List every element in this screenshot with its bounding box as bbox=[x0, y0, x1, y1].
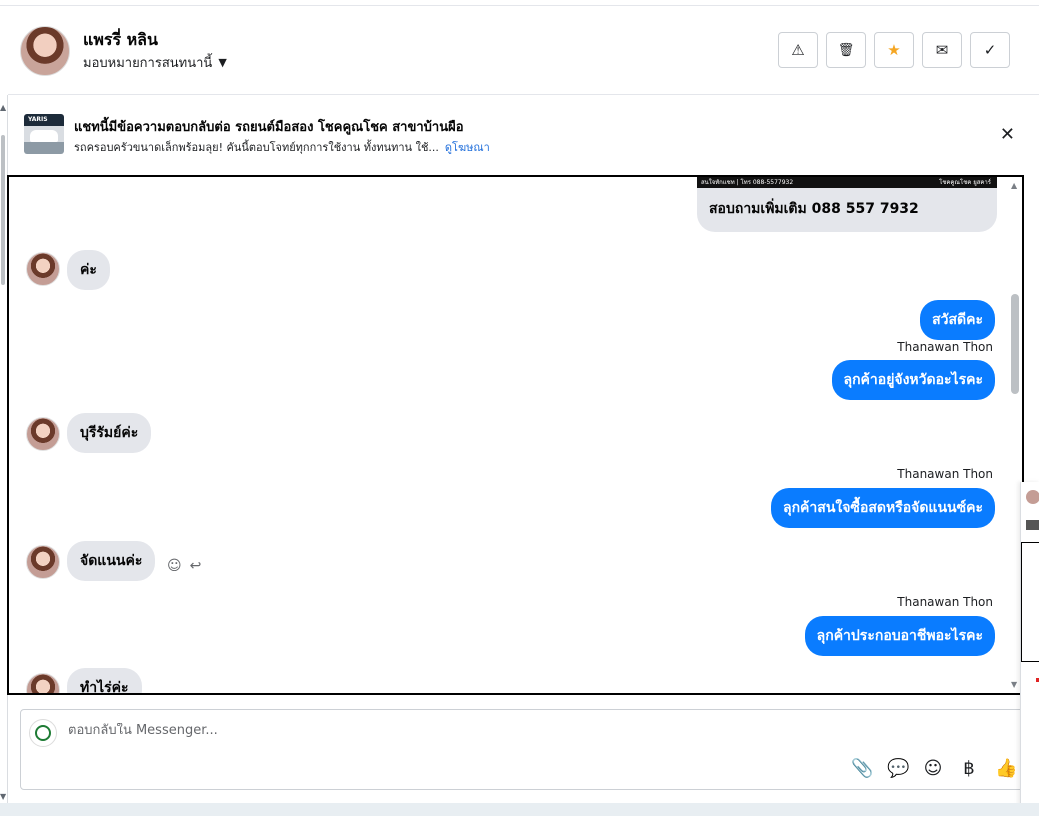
saved-replies-icon[interactable]: 💬 bbox=[887, 758, 909, 779]
message-bubble-outgoing[interactable]: สวัสดีคะ bbox=[920, 300, 995, 340]
composer-tools: 📎 💬 ☺ ฿ 👍 bbox=[851, 758, 1017, 779]
react-emoji-icon[interactable]: ☺ bbox=[167, 558, 182, 574]
ad-subtitle: รถครอบครัวขนาดเล็กพร้อมลุย! คันนี้ตอบโจท… bbox=[74, 138, 490, 156]
message-bubble-outgoing[interactable]: ลุกค้าประกอบอาชีพอะไรคะ bbox=[804, 616, 995, 656]
assign-label: มอบหมายการสนทนานี้ bbox=[83, 56, 213, 71]
page-avatar bbox=[29, 719, 57, 747]
message-bubble-outgoing[interactable]: ลุกค้าอยู่จังหวัดอะไรคะ bbox=[831, 360, 995, 400]
ad-thumbnail[interactable]: YARIS bbox=[24, 114, 64, 154]
car-image bbox=[30, 130, 58, 142]
ad-title: แชทนี้มีข้อความตอบกลับต่อ รถยนต์มือสอง โ… bbox=[74, 120, 464, 135]
emoji-icon[interactable]: ☺ bbox=[923, 758, 943, 779]
mark-spam-button[interactable]: ⚠ bbox=[778, 32, 818, 68]
bottom-bar bbox=[0, 803, 1039, 816]
message-bubble-incoming[interactable]: ค่ะ bbox=[67, 250, 110, 290]
sender-name: Thanawan Thon bbox=[897, 467, 993, 481]
chevron-down-icon: ▼ bbox=[218, 56, 227, 69]
message-bubble-incoming[interactable]: ทำไร่ค่ะ bbox=[67, 668, 142, 693]
side-box bbox=[1021, 542, 1039, 662]
page-logo-icon bbox=[35, 725, 51, 741]
message-bubble-outgoing[interactable]: ลุกค้าสนใจซื้อสดหรือจัดแนนซ์คะ bbox=[771, 488, 995, 528]
reply-composer: 📎 💬 ☺ ฿ 👍 bbox=[20, 709, 1024, 790]
avatar bbox=[26, 545, 60, 579]
scroll-down-arrow-icon[interactable]: ▼ bbox=[0, 792, 6, 801]
ad-thumbnail-text: YARIS bbox=[28, 116, 48, 123]
contact-avatar[interactable] bbox=[20, 26, 70, 76]
star-button[interactable]: ★ bbox=[874, 32, 914, 68]
attachment-icon[interactable]: 📎 bbox=[851, 758, 873, 779]
contact-name[interactable]: แพรรี่ หลิน bbox=[83, 28, 158, 53]
message-hover-actions: ☺ ↩ bbox=[167, 558, 201, 574]
star-icon: ★ bbox=[887, 41, 901, 59]
header-actions: ⚠ 🗑 ★ ✉ ✓ bbox=[778, 32, 1010, 68]
ad-reply-banner: YARIS แชทนี้มีข้อความตอบกลับต่อ รถยนต์มื… bbox=[8, 96, 1039, 174]
view-ad-link[interactable]: ดูโฆษณา bbox=[445, 141, 490, 154]
left-scroll-thumb[interactable] bbox=[1, 135, 5, 285]
sender-name: Thanawan Thon bbox=[897, 595, 993, 609]
card-text: สอบถามเพิ่มเติม 088 557 7932 bbox=[709, 201, 919, 217]
side-thumbnail bbox=[1026, 520, 1039, 530]
side-avatar bbox=[1026, 490, 1039, 504]
sender-name: Thanawan Thon bbox=[897, 340, 993, 354]
message-bubble-incoming[interactable]: บุรีรัมย์ค่ะ bbox=[67, 413, 152, 453]
message-bubble-incoming[interactable]: จัดแนนค่ะ bbox=[67, 541, 156, 581]
scroll-up-arrow-icon[interactable]: ▲ bbox=[0, 103, 6, 112]
mark-unread-button[interactable]: ✉ bbox=[922, 32, 962, 68]
avatar bbox=[26, 417, 60, 451]
close-icon[interactable]: ✕ bbox=[1000, 124, 1015, 145]
payment-baht-icon[interactable]: ฿ bbox=[959, 758, 979, 779]
reply-arrow-icon[interactable]: ↩ bbox=[190, 558, 202, 574]
right-side-panel[interactable] bbox=[1020, 482, 1039, 816]
ad-description: รถครอบครัวขนาดเล็กพร้อมลุย! คันนี้ตอบโจท… bbox=[74, 141, 439, 154]
card-strip-left: สนใจทักแชท | โทร 088-5577932 bbox=[701, 179, 794, 186]
shared-ad-card[interactable]: สนใจทักแชท | โทร 088-5577932 โชคคูณโชค ย… bbox=[697, 177, 997, 232]
envelope-open-icon: ✉ bbox=[935, 41, 949, 59]
delete-button[interactable]: 🗑 bbox=[826, 32, 866, 68]
check-icon: ✓ bbox=[983, 41, 997, 59]
scroll-up-arrow-icon[interactable]: ▲ bbox=[1011, 181, 1017, 190]
like-icon[interactable]: 👍 bbox=[995, 758, 1017, 779]
message-thread[interactable]: สนใจทักแชท | โทร 088-5577932 โชคคูณโชค ย… bbox=[7, 175, 1024, 695]
warning-icon: ⚠ bbox=[791, 41, 805, 59]
trash-icon: 🗑 bbox=[837, 42, 855, 58]
card-strip: สนใจทักแชท | โทร 088-5577932 โชคคูณโชค ย… bbox=[697, 177, 997, 188]
avatar bbox=[26, 252, 60, 286]
card-strip-right: โชคคูณโชค ยูสคาร์ bbox=[939, 179, 991, 186]
mark-done-button[interactable]: ✓ bbox=[970, 32, 1010, 68]
conversation-header: แพรรี่ หลิน มอบหมายการสนทนานี้ ▼ ⚠ 🗑 ★ ✉… bbox=[8, 6, 1039, 95]
thread-scroll-thumb[interactable] bbox=[1011, 294, 1019, 394]
assign-conversation-dropdown[interactable]: มอบหมายการสนทนานี้ ▼ bbox=[83, 52, 227, 73]
scroll-down-arrow-icon[interactable]: ▼ bbox=[1011, 680, 1017, 689]
reply-input[interactable] bbox=[68, 723, 768, 738]
avatar bbox=[26, 673, 60, 693]
